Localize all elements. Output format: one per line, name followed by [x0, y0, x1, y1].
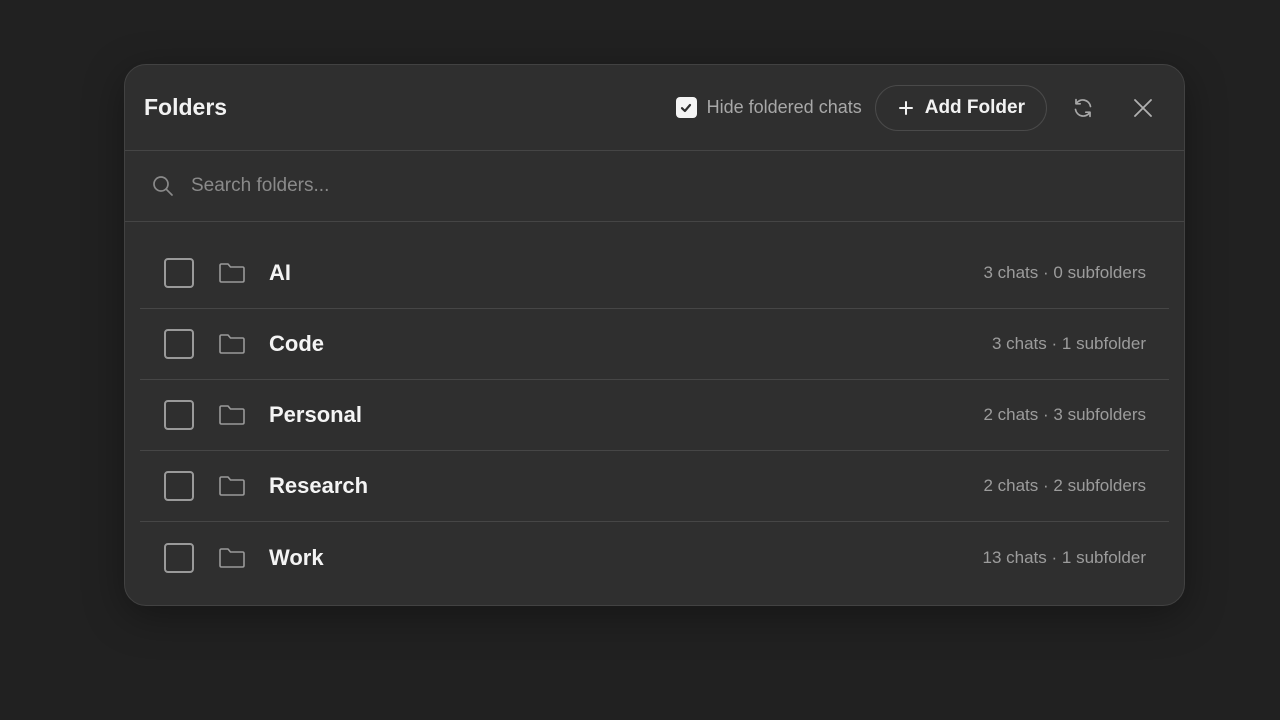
folder-row-personal[interactable]: Personal 2 chats · 3 subfolders	[140, 380, 1169, 451]
hide-foldered-label: Hide foldered chats	[706, 97, 862, 117]
folder-name: Code	[269, 331, 324, 356]
folder-meta: 2 chats · 3 subfolders	[983, 405, 1146, 424]
folder-list: AI 3 chats · 0 subfolders Code 3 chats ·…	[125, 222, 1184, 593]
folder-row-code[interactable]: Code 3 chats · 1 subfolder	[140, 309, 1169, 380]
folder-meta: 3 chats · 1 subfolder	[991, 334, 1146, 353]
close-button[interactable]	[1123, 88, 1163, 128]
search-icon	[151, 174, 175, 198]
hide-foldered-checkbox[interactable]	[675, 97, 697, 118]
folder-row-work[interactable]: Work 13 chats · 1 subfolder	[140, 522, 1169, 593]
folder-checkbox[interactable]	[164, 471, 194, 501]
folder-meta: 3 chats · 0 subfolders	[983, 263, 1146, 282]
search-input[interactable]	[191, 166, 1184, 206]
folder-checkbox[interactable]	[164, 329, 194, 359]
folder-icon	[218, 403, 246, 427]
plus-icon	[898, 100, 914, 116]
folder-checkbox[interactable]	[164, 258, 194, 288]
refresh-icon	[1074, 98, 1092, 117]
dialog-title: Folders	[144, 94, 228, 120]
folder-icon	[218, 474, 246, 498]
folder-icon	[218, 261, 246, 285]
folder-icon	[218, 546, 246, 570]
close-icon	[1134, 98, 1152, 117]
hide-foldered-toggle[interactable]: Hide foldered chats	[675, 97, 862, 118]
folder-row-ai[interactable]: AI 3 chats · 0 subfolders	[140, 238, 1169, 309]
folder-meta: 13 chats · 1 subfolder	[982, 547, 1146, 567]
search-bar	[125, 151, 1184, 222]
folder-checkbox[interactable]	[164, 542, 194, 573]
folder-meta: 2 chats · 2 subfolders	[983, 476, 1146, 495]
add-folder-button[interactable]: Add Folder	[874, 84, 1047, 131]
folder-icon	[218, 332, 246, 356]
folder-row-research[interactable]: Research 2 chats · 2 subfolders	[140, 451, 1169, 522]
folder-checkbox[interactable]	[164, 400, 194, 430]
folder-name: Research	[269, 473, 369, 498]
folder-name: Work	[269, 544, 324, 570]
folder-name: AI	[269, 260, 291, 285]
dialog-header: Folders Hide foldered chats Add Folder	[125, 65, 1184, 151]
folder-name: Personal	[269, 402, 362, 427]
folders-dialog: Folders Hide foldered chats Add Folder S…	[124, 64, 1185, 606]
refresh-button[interactable]	[1063, 88, 1103, 128]
add-folder-label: Add Folder	[924, 96, 1025, 118]
check-icon	[681, 103, 692, 112]
